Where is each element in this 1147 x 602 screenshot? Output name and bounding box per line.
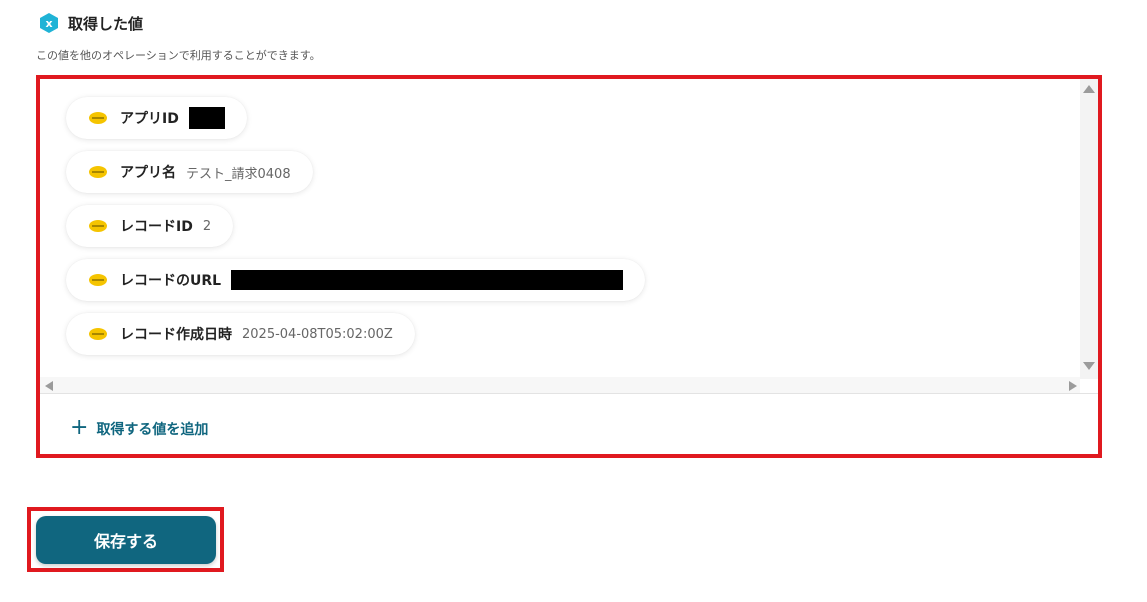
value-chip-value: 2: [202, 218, 212, 234]
panel-divider: [40, 393, 1098, 394]
scroll-down-arrow-icon[interactable]: [1083, 362, 1095, 370]
value-chip-record-created-at[interactable]: レコード作成日時 2025-04-08T05:02:00Z: [66, 313, 415, 355]
value-chip-app-name[interactable]: アプリ名 テスト_請求0408: [66, 151, 313, 193]
kintone-app-icon: [89, 328, 107, 340]
redacted-value: [231, 270, 624, 290]
kintone-app-icon: [89, 220, 107, 232]
value-chip-value: 2025-04-08T05:02:00Z: [242, 326, 393, 342]
kintone-app-icon: [89, 112, 107, 124]
section-title: 取得した値: [68, 14, 144, 33]
value-chip-label: レコード作成日時: [120, 327, 232, 343]
section-header: x 取得した値: [38, 12, 143, 34]
value-chip-label: レコードID: [120, 219, 193, 235]
section-description: この値を他のオペレーションで利用することができます。: [36, 49, 321, 62]
scroll-left-arrow-icon[interactable]: [45, 381, 53, 391]
values-scroll-area: アプリID アプリ名 テスト_請求0408 レコードID 2 レコードのURL …: [40, 79, 1098, 393]
retrieved-values-panel: アプリID アプリ名 テスト_請求0408 レコードID 2 レコードのURL …: [36, 75, 1102, 458]
kintone-app-icon: [89, 166, 107, 178]
save-button[interactable]: 保存する: [36, 516, 216, 564]
value-chip-label: アプリID: [120, 111, 179, 127]
variable-hexagon-icon: x: [40, 13, 58, 33]
value-chip-record-url[interactable]: レコードのURL: [66, 259, 646, 301]
value-chip-record-id[interactable]: レコードID 2: [66, 205, 234, 247]
redacted-value: [188, 107, 225, 129]
plus-icon: +: [70, 415, 89, 440]
horizontal-scrollbar[interactable]: [40, 377, 1080, 393]
add-value-label: 取得する値を追加: [96, 422, 209, 438]
value-chip-app-id[interactable]: アプリID: [66, 97, 247, 139]
add-value-button[interactable]: + 取得する値を追加: [70, 415, 209, 440]
scroll-up-arrow-icon[interactable]: [1083, 85, 1095, 93]
value-chip-value: テスト_請求0408: [186, 166, 291, 182]
scroll-right-arrow-icon[interactable]: [1069, 381, 1077, 391]
kintone-app-icon: [89, 274, 107, 286]
svg-text:x: x: [45, 17, 52, 30]
value-chip-label: アプリ名: [120, 165, 176, 181]
value-chip-label: レコードのURL: [120, 273, 222, 289]
vertical-scrollbar[interactable]: [1080, 79, 1098, 379]
